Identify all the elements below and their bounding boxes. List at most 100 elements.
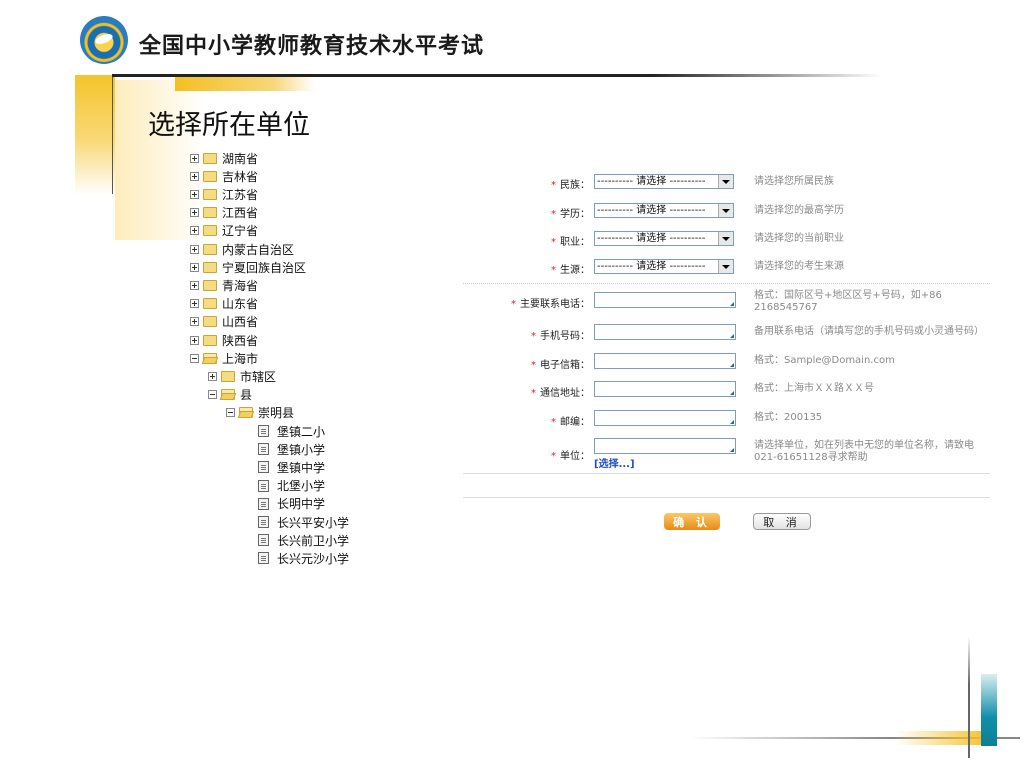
- folder-icon: [203, 152, 217, 164]
- tree-item-label: 江苏省: [222, 187, 259, 202]
- expand-icon[interactable]: [208, 371, 217, 381]
- collapse-icon[interactable]: [226, 408, 235, 418]
- unit-input[interactable]: [594, 438, 736, 454]
- ethnicity-select[interactable]: ---------- 请选择 ----------: [594, 174, 734, 189]
- email-input[interactable]: [594, 353, 736, 369]
- document-icon: [258, 516, 269, 528]
- expand-icon[interactable]: [190, 244, 199, 254]
- tree-leaf-item[interactable]: 堡镇小学: [258, 440, 325, 458]
- folder-open-icon: [203, 352, 217, 364]
- folder-icon: [203, 279, 217, 291]
- document-icon: [258, 534, 269, 547]
- postcode-hint: 格式：200135: [754, 412, 823, 423]
- ethnicity-hint: 请选择您所属民族: [754, 176, 834, 187]
- tree-leaf-item[interactable]: 北堡小学: [258, 477, 325, 495]
- decorative-gold-bar-bottom: [895, 731, 990, 745]
- address-label: 通信地址：: [540, 388, 590, 399]
- document-icon: [258, 461, 269, 474]
- tree-leaf-item[interactable]: 长兴平安小学: [258, 513, 349, 531]
- folder-open-icon: [221, 389, 235, 401]
- expand-icon[interactable]: [190, 262, 199, 272]
- tree-leaf-item[interactable]: 长兴元沙小学: [258, 549, 349, 567]
- expand-icon[interactable]: [190, 335, 199, 345]
- email-label: 电子信箱：: [540, 360, 590, 371]
- registration-form: * 民族： ---------- 请选择 ---------- 请选择您所属民族 …: [463, 168, 993, 548]
- source-select[interactable]: ---------- 请选择 ----------: [594, 259, 734, 274]
- address-input[interactable]: [594, 381, 736, 397]
- header-divider: [112, 74, 882, 77]
- expand-icon[interactable]: [190, 171, 199, 181]
- tree-item-label: 市辖区: [240, 369, 277, 384]
- tree-folder-item[interactable]: 湖南省: [190, 149, 258, 167]
- mobile-input[interactable]: [594, 324, 736, 340]
- occupation-select[interactable]: ---------- 请选择 ----------: [594, 231, 734, 246]
- decorative-gold-bar-top: [175, 75, 315, 91]
- tree-folder-item[interactable]: 县: [208, 386, 252, 404]
- expand-icon[interactable]: [190, 226, 199, 236]
- cancel-button[interactable]: 取 消: [753, 513, 811, 530]
- education-hint: 请选择您的最高学历: [754, 205, 844, 216]
- expand-icon[interactable]: [190, 280, 199, 290]
- tree-folder-item[interactable]: 江西省: [190, 204, 258, 222]
- collapse-icon[interactable]: [190, 353, 199, 363]
- expand-icon[interactable]: [190, 317, 199, 327]
- tree-folder-item[interactable]: 内蒙古自治区: [190, 240, 294, 258]
- document-icon: [258, 552, 269, 565]
- tree-item-label: 内蒙古自治区: [222, 242, 295, 257]
- form-divider: [463, 497, 990, 498]
- page-title: 选择所在单位: [148, 110, 310, 141]
- dropdown-arrow-icon[interactable]: [718, 232, 733, 245]
- expand-icon[interactable]: [190, 208, 199, 218]
- ethnicity-label: 民族：: [560, 180, 590, 191]
- required-mark: *: [551, 209, 556, 220]
- tree-item-label: 湖南省: [222, 151, 259, 166]
- tree-folder-item[interactable]: 陕西省: [190, 331, 258, 349]
- dropdown-arrow-icon[interactable]: [718, 260, 733, 273]
- expand-icon[interactable]: [190, 153, 199, 163]
- tree-folder-item[interactable]: 吉林省: [190, 167, 258, 185]
- tree-folder-item[interactable]: 辽宁省: [190, 222, 258, 240]
- required-mark: *: [511, 299, 516, 310]
- tree-item-label: 长兴前卫小学: [277, 533, 350, 548]
- postcode-input[interactable]: [594, 410, 736, 426]
- tree-item-label: 崇明县: [258, 406, 295, 421]
- tree-item-label: 长明中学: [277, 497, 326, 512]
- tree-leaf-item[interactable]: 堡镇中学: [258, 458, 325, 476]
- tree-folder-item[interactable]: 崇明县: [226, 404, 294, 422]
- tree-folder-item[interactable]: 青海省: [190, 276, 258, 294]
- tree-item-label: 山西省: [222, 315, 259, 330]
- tree-folder-item[interactable]: 宁夏回族自治区: [190, 258, 306, 276]
- tree-folder-item[interactable]: 上海市: [190, 349, 258, 367]
- tree-item-label: 陕西省: [222, 333, 259, 348]
- phone-hint: 格式：国际区号+地区区号+号码，如+86 2168545767: [754, 290, 942, 313]
- collapse-icon[interactable]: [208, 390, 217, 400]
- dropdown-arrow-icon[interactable]: [718, 204, 733, 217]
- expand-icon[interactable]: [190, 189, 199, 199]
- dropdown-arrow-icon[interactable]: [718, 175, 733, 188]
- folder-icon: [203, 170, 217, 182]
- tree-folder-item[interactable]: 江苏省: [190, 185, 258, 203]
- decorative-vertical-line-bottom: [968, 636, 970, 758]
- tree-folder-item[interactable]: 山东省: [190, 295, 258, 313]
- tree-leaf-item[interactable]: 长兴前卫小学: [258, 531, 349, 549]
- folder-icon: [221, 370, 235, 382]
- tree-folder-item[interactable]: 市辖区: [208, 367, 276, 385]
- confirm-button[interactable]: 确 认: [664, 513, 720, 530]
- expand-icon[interactable]: [190, 299, 199, 309]
- unit-tree[interactable]: 湖南省 吉林省江苏省江西省辽宁省内蒙古自治区 宁夏回族自治区 青海省 山东省山西省陕西省…: [190, 143, 430, 578]
- postcode-label: 邮编：: [560, 417, 590, 428]
- phone-label: 主要联系电话：: [520, 299, 590, 310]
- folder-icon: [203, 243, 217, 255]
- unit-hint: 请选择单位，如在列表中无您的单位名称，请致电021-61651128寻求帮助: [754, 440, 974, 463]
- education-select[interactable]: ---------- 请选择 ----------: [594, 203, 734, 218]
- address-hint: 格式：上海市ＸＸ路ＸＸ号: [754, 383, 874, 394]
- phone-input[interactable]: [594, 292, 736, 308]
- tree-item-label: 堡镇中学: [277, 460, 326, 475]
- select-unit-link[interactable]: [选择...]: [594, 455, 635, 470]
- unit-label: 单位：: [560, 451, 590, 462]
- tree-item-label: 辽宁省: [222, 224, 259, 239]
- required-mark: *: [531, 360, 536, 371]
- tree-leaf-item[interactable]: 堡镇二小: [258, 422, 325, 440]
- tree-leaf-item[interactable]: 长明中学: [258, 495, 325, 513]
- tree-folder-item[interactable]: 山西省: [190, 313, 258, 331]
